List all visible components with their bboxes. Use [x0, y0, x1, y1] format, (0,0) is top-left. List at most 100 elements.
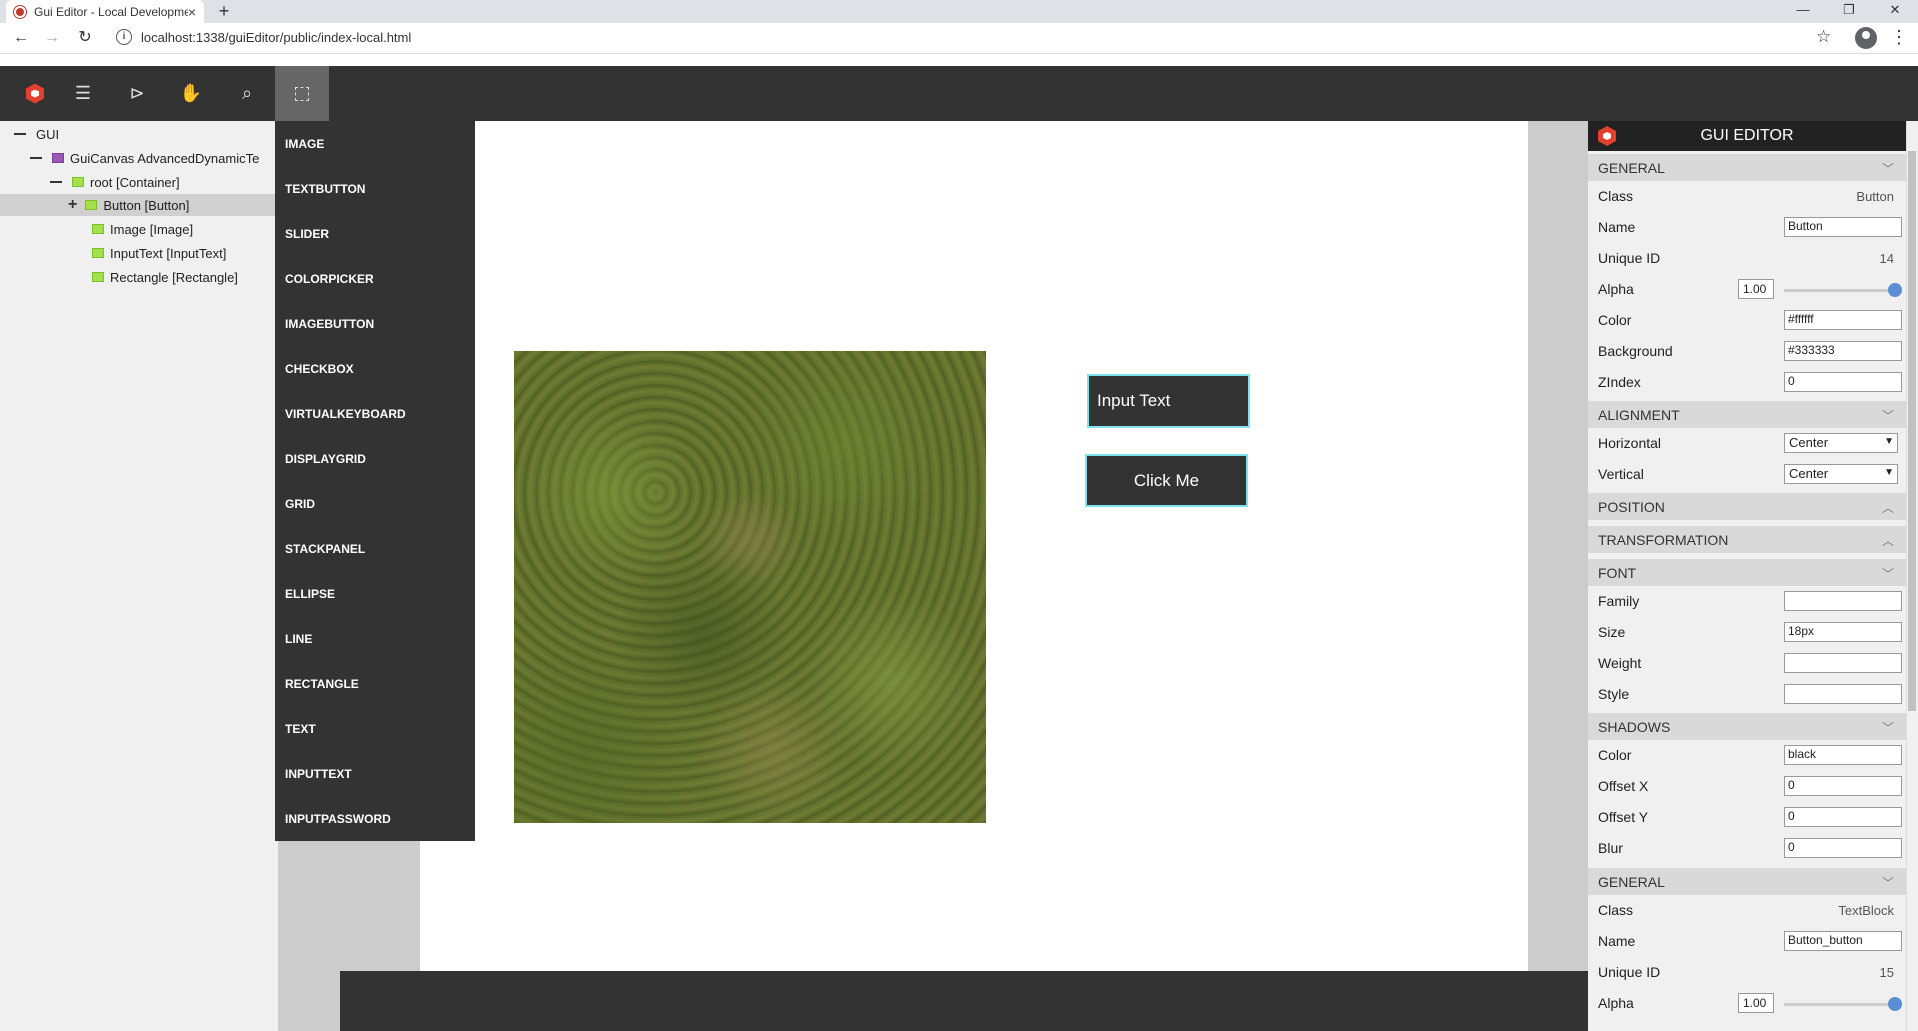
chevron-up-icon[interactable]: ︿ — [1882, 499, 1894, 516]
section-font[interactable]: FONT ﹀ — [1588, 559, 1906, 586]
zoom-icon[interactable]: ⌕ — [220, 66, 274, 121]
prop-label: Class — [1598, 902, 1634, 918]
bookmark-star-icon[interactable]: ☆ — [1816, 27, 1831, 47]
offset-y-input[interactable]: 0 — [1784, 807, 1902, 827]
property-scrollbar-thumb[interactable] — [1908, 151, 1916, 711]
button-icon — [85, 200, 98, 210]
menu-item-checkbox[interactable]: CHECKBOX — [285, 362, 354, 376]
collapse-icon[interactable] — [14, 133, 26, 135]
background-input[interactable]: #333333 — [1784, 341, 1902, 361]
menu-item-displaygrid[interactable]: DISPLAYGRID — [285, 452, 366, 466]
logo-button[interactable] — [8, 66, 62, 121]
horizontal-select[interactable]: Center — [1784, 433, 1898, 453]
chevron-down-icon[interactable]: ﹀ — [1882, 407, 1894, 424]
restore-icon[interactable]: ❐ — [1826, 0, 1872, 23]
prop-shadow-color: Color black — [1588, 740, 1906, 771]
menu-item-text[interactable]: TEXT — [285, 722, 316, 736]
color-input[interactable]: #ffffff — [1784, 310, 1902, 330]
hamburger-menu-icon[interactable]: ☰ — [56, 66, 110, 121]
collapse-icon[interactable] — [50, 181, 62, 183]
browser-tab[interactable]: Gui Editor - Local Development × — [6, 0, 204, 23]
tree-node-inputtext[interactable]: InputText [InputText] — [92, 242, 226, 264]
menu-item-line[interactable]: LINE — [285, 632, 312, 646]
new-tab-button[interactable]: + — [212, 0, 236, 23]
prop-value: Button — [1856, 189, 1894, 204]
name-input[interactable]: Button — [1784, 217, 1902, 237]
tab-close-icon[interactable]: × — [188, 4, 196, 20]
menu-item-inputtext[interactable]: INPUTTEXT — [285, 767, 352, 781]
chevron-down-icon[interactable]: ﹀ — [1882, 160, 1894, 177]
input-text-control[interactable]: Input Text — [1087, 374, 1250, 428]
prop-label: Offset X — [1598, 778, 1649, 794]
prop-label: Weight — [1598, 655, 1642, 671]
image-control-grass[interactable] — [514, 351, 986, 823]
site-info-icon[interactable]: i — [116, 29, 132, 45]
font-family-input[interactable] — [1784, 591, 1902, 611]
tree-node-label: Button [Button] — [103, 197, 190, 213]
prop-label: Background — [1598, 343, 1673, 359]
tree-node-button[interactable]: + Button [Button] — [0, 194, 278, 216]
vertical-select[interactable]: Center — [1784, 464, 1898, 484]
alpha-slider-track[interactable] — [1784, 289, 1894, 292]
menu-item-stackpanel[interactable]: STACKPANEL — [285, 542, 365, 556]
back-arrow-icon[interactable]: ← — [9, 26, 33, 50]
offset-x-input[interactable]: 0 — [1784, 776, 1902, 796]
section-shadows[interactable]: SHADOWS ﹀ — [1588, 713, 1906, 740]
alpha-input-2[interactable]: 1.00 — [1738, 993, 1774, 1013]
chevron-up-icon[interactable]: ︿ — [1882, 532, 1894, 549]
font-style-input[interactable] — [1784, 684, 1902, 704]
menu-item-ellipse[interactable]: ELLIPSE — [285, 587, 335, 601]
menu-item-grid[interactable]: GRID — [285, 497, 315, 511]
image-icon — [92, 224, 104, 234]
section-general-textblock[interactable]: GENERAL ﹀ — [1588, 868, 1906, 895]
alpha-slider-track[interactable] — [1784, 1003, 1894, 1006]
menu-item-image[interactable]: IMAGE — [285, 137, 324, 151]
shadow-color-input[interactable]: black — [1784, 745, 1902, 765]
menu-item-inputpassword[interactable]: INPUTPASSWORD — [285, 812, 391, 826]
reload-icon[interactable]: ↻ — [73, 26, 97, 50]
minimize-icon[interactable]: — — [1780, 0, 1826, 23]
font-size-input[interactable]: 18px — [1784, 622, 1902, 642]
click-me-button-control[interactable]: Click Me — [1085, 454, 1248, 507]
font-weight-input[interactable] — [1784, 653, 1902, 673]
section-transformation[interactable]: TRANSFORMATION ︿ — [1588, 526, 1906, 553]
section-alignment[interactable]: ALIGNMENT ﹀ — [1588, 401, 1906, 428]
section-general[interactable]: GENERAL ﹀ — [1588, 154, 1906, 181]
profile-avatar-icon[interactable] — [1855, 27, 1877, 49]
prop-font-size: Size 18px — [1588, 617, 1906, 648]
window-close-icon[interactable]: ✕ — [1872, 0, 1918, 23]
forward-arrow-icon[interactable]: → — [40, 26, 64, 50]
add-control-button[interactable] — [275, 66, 329, 121]
chevron-down-icon[interactable]: ﹀ — [1882, 565, 1894, 582]
prop-label: Blur — [1598, 840, 1623, 856]
menu-item-virtualkeyboard[interactable]: VIRTUALKEYBOARD — [285, 407, 406, 421]
menu-item-imagebutton[interactable]: IMAGEBUTTON — [285, 317, 374, 331]
menu-item-textbutton[interactable]: TEXTBUTTON — [285, 182, 365, 196]
chevron-down-icon[interactable]: ﹀ — [1882, 874, 1894, 891]
expand-icon[interactable]: + — [68, 196, 77, 214]
select-pointer-icon[interactable]: ⊳ — [110, 66, 164, 121]
alpha-input[interactable]: 1.00 — [1738, 279, 1774, 299]
tree-node-image[interactable]: Image [Image] — [92, 218, 193, 240]
alpha-slider-thumb[interactable] — [1888, 283, 1902, 297]
chevron-down-icon[interactable]: ﹀ — [1882, 719, 1894, 736]
tree-node-gui[interactable]: GUI — [14, 123, 59, 145]
menu-item-rectangle[interactable]: RECTANGLE — [285, 677, 359, 691]
tree-node-root[interactable]: root [Container] — [50, 171, 180, 193]
collapse-icon[interactable] — [30, 157, 42, 159]
menu-item-colorpicker[interactable]: COLORPICKER — [285, 272, 374, 286]
name-input-2[interactable]: Button_button — [1784, 931, 1902, 951]
prop-value: 15 — [1879, 965, 1894, 980]
alpha-slider-thumb[interactable] — [1888, 997, 1902, 1011]
section-position[interactable]: POSITION ︿ — [1588, 493, 1906, 520]
tree-node-guicanvas[interactable]: GuiCanvas AdvancedDynamicTe — [30, 147, 259, 169]
browser-menu-icon[interactable]: ⋮ — [1890, 27, 1908, 47]
url-field[interactable]: localhost:1338/guiEditor/public/index-lo… — [141, 30, 411, 45]
menu-item-slider[interactable]: SLIDER — [285, 227, 329, 241]
zindex-input[interactable]: 0 — [1784, 372, 1902, 392]
prop-name-2: Name Button_button — [1588, 926, 1906, 957]
blur-input[interactable]: 0 — [1784, 838, 1902, 858]
prop-label: Family — [1598, 593, 1640, 609]
pan-hand-icon[interactable]: ✋ — [164, 66, 218, 121]
tree-node-rectangle[interactable]: Rectangle [Rectangle] — [92, 266, 238, 288]
